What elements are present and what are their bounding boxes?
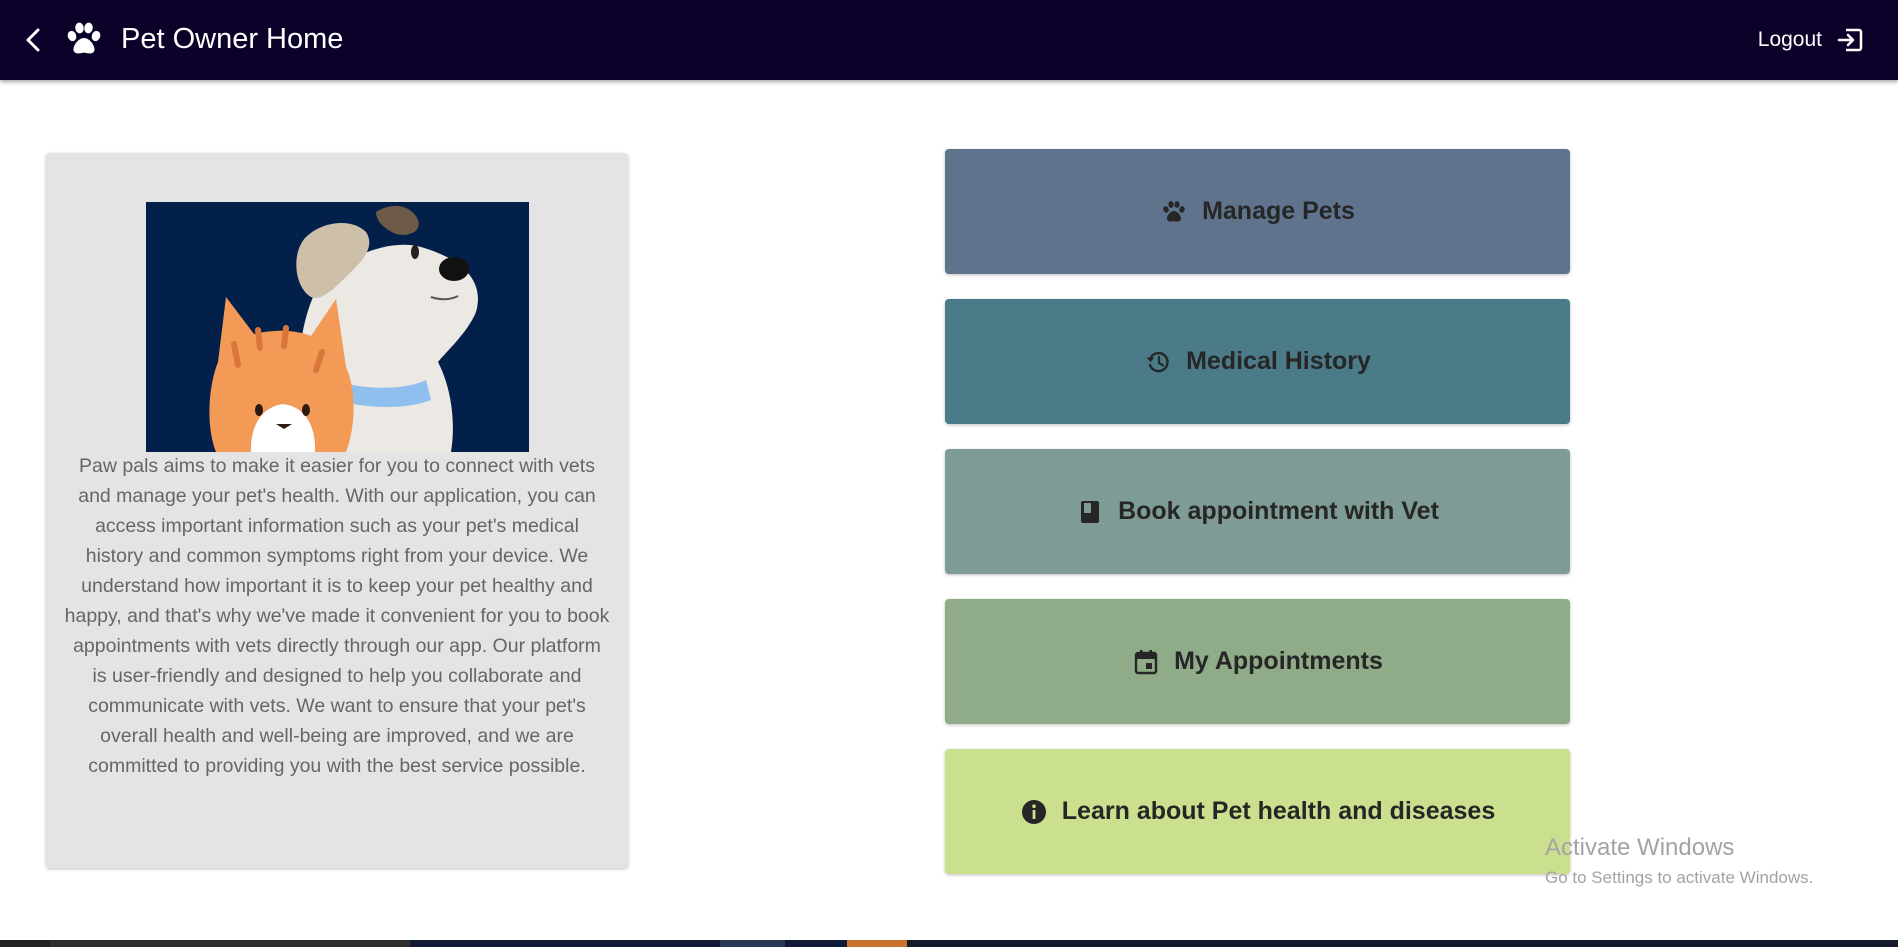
page-title: Pet Owner Home <box>121 23 344 55</box>
chevron-left-icon <box>26 28 40 52</box>
book-icon <box>1081 500 1100 523</box>
medical-history-label: Medical History <box>1186 347 1371 375</box>
paw-logo-icon <box>64 19 104 59</box>
calendar-icon <box>1134 649 1158 674</box>
book-appointment-button[interactable]: Book appointment with Vet <box>945 449 1570 574</box>
back-button[interactable] <box>16 22 52 58</box>
watermark-subtitle: Go to Settings to activate Windows. <box>1545 868 1814 887</box>
manage-pets-label: Manage Pets <box>1202 197 1355 225</box>
info-card: Paw pals aims to make it easier for you … <box>46 153 628 868</box>
learn-pet-health-label: Learn about Pet health and diseases <box>1061 797 1496 825</box>
about-text: Paw pals aims to make it easier for you … <box>64 455 610 777</box>
watermark-title: Activate Windows <box>1545 834 1735 861</box>
info-icon <box>1021 799 1046 824</box>
logout-label: Logout <box>1757 28 1822 51</box>
logout-button[interactable]: Logout <box>1758 22 1864 58</box>
history-icon <box>1146 351 1169 372</box>
taskbar-edge <box>0 940 1898 947</box>
medical-history-button[interactable]: Medical History <box>945 299 1570 424</box>
manage-pets-button[interactable]: Manage Pets <box>945 149 1570 274</box>
book-appointment-label: Book appointment with Vet <box>1118 497 1439 525</box>
logout-icon <box>1837 28 1863 52</box>
cat-dog-illustration <box>146 202 529 452</box>
app-bar: Pet Owner Home Logout <box>0 0 1898 80</box>
learn-pet-health-button[interactable]: Learn about Pet health and diseases <box>945 749 1570 874</box>
windows-activation-watermark: Activate Windows Go to Settings to activ… <box>1545 833 1813 891</box>
paw-icon <box>1163 200 1185 222</box>
my-appointments-label: My Appointments <box>1174 647 1383 675</box>
my-appointments-button[interactable]: My Appointments <box>945 599 1570 724</box>
